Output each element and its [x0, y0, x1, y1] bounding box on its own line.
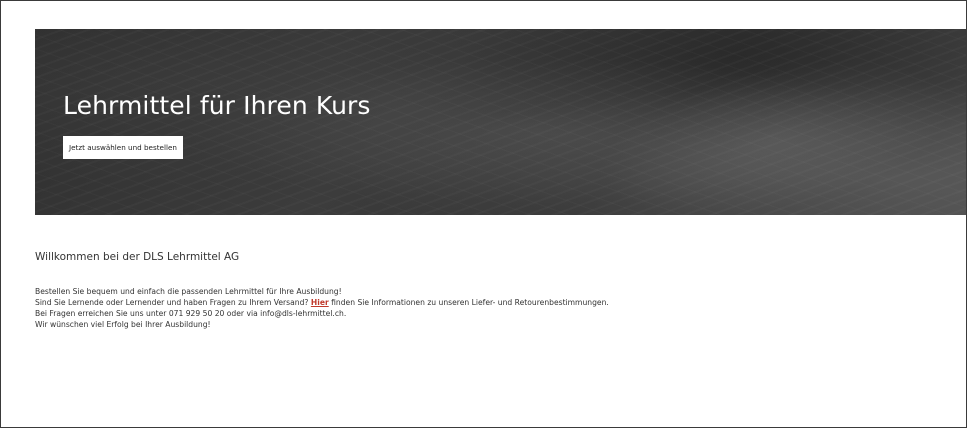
shipping-question: Sind Sie Lernende oder Lernender und hab… [35, 298, 311, 307]
select-and-order-button[interactable]: Jetzt auswählen und bestellen [63, 136, 183, 159]
chalk-smudge [584, 33, 966, 215]
shipping-info-link[interactable]: Hier [311, 298, 329, 307]
shipping-info-rest: finden Sie Informationen zu unseren Lief… [328, 298, 609, 307]
welcome-text: Bestellen Sie bequem und einfach die pas… [35, 286, 609, 330]
page-frame: Lehrmittel für Ihren Kurs Jetzt auswähle… [0, 0, 967, 428]
contact-line: Bei Fragen erreichen Sie uns unter 071 9… [35, 309, 347, 318]
shipping-info-line: Sind Sie Lernende oder Lernender und hab… [35, 297, 609, 308]
hero-title: Lehrmittel für Ihren Kurs [63, 91, 371, 120]
welcome-heading: Willkommen bei der DLS Lehrmittel AG [35, 251, 240, 263]
closing-line: Wir wünschen viel Erfolg bei Ihrer Ausbi… [35, 320, 211, 329]
hero-banner: Lehrmittel für Ihren Kurs Jetzt auswähle… [35, 29, 966, 215]
intro-line: Bestellen Sie bequem und einfach die pas… [35, 287, 342, 296]
